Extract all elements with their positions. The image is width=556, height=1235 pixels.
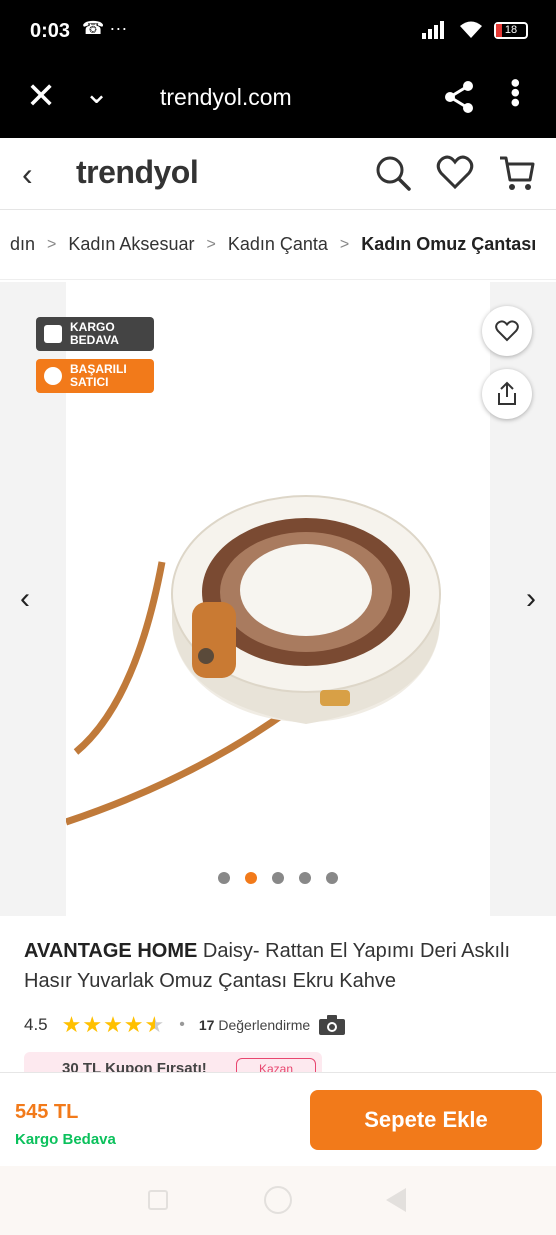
gallery-dot[interactable] [218, 872, 230, 884]
rating-row[interactable]: 4.5 ★★★★★ • 17 Değerlendirme [24, 1012, 346, 1038]
breadcrumb-current[interactable]: Kadın Omuz Çantası [361, 234, 536, 255]
coupon-banner[interactable]: 30 TL Kupon Fırsatı! Kazan [24, 1052, 322, 1074]
review-count[interactable]: 17 Değerlendirme [199, 1017, 310, 1033]
status-indicators: 18 [422, 20, 528, 40]
product-info: AVANTAGE HOME Daisy- Rattan El Yapımı De… [24, 936, 534, 1037]
breadcrumb: dın > Kadın Aksesuar > Kadın Çanta > Kad… [0, 210, 556, 280]
breadcrumb-item[interactable]: Kadın Çanta [228, 234, 328, 255]
breadcrumb-separator: > [339, 235, 350, 253]
site-header: ‹ trendyol [0, 138, 556, 210]
signal-icon [422, 21, 444, 39]
battery-level: 18 [504, 23, 518, 36]
chevron-down-icon[interactable]: ⌄ [84, 76, 109, 111]
favorite-button[interactable] [482, 306, 532, 356]
box-icon [44, 325, 62, 343]
rating-value: 4.5 [24, 1015, 48, 1034]
camera-icon [319, 1015, 346, 1035]
header-actions [374, 154, 536, 192]
browser-bar: ✕ ⌄ trendyol.com ••• [0, 62, 556, 138]
battery-icon: 18 [494, 21, 528, 39]
separator-dot: • [179, 1016, 185, 1033]
breadcrumb-item[interactable]: Kadın Aksesuar [68, 234, 194, 255]
favorites-heart-icon[interactable] [436, 154, 474, 192]
free-shipping-badge-label: KARGO BEDAVA [70, 320, 119, 347]
successful-seller-badge-label: BAŞARILI SATICI [70, 362, 127, 389]
recent-apps-icon[interactable] [148, 1190, 168, 1210]
back-icon[interactable]: ‹ [22, 156, 33, 193]
breadcrumb-separator: > [47, 235, 57, 253]
gallery-dot-active[interactable] [245, 872, 257, 884]
successful-seller-badge: BAŞARILI SATICI [36, 359, 154, 393]
product-gallery[interactable]: KARGO BEDAVA BAŞARILI SATICI ‹ › [0, 282, 556, 916]
breadcrumb-separator: > [206, 235, 216, 253]
status-time: 0:03 [30, 20, 71, 42]
cart-icon[interactable] [498, 154, 536, 192]
close-icon[interactable]: ✕ [26, 78, 56, 114]
gallery-next-arrow[interactable]: › [526, 582, 536, 616]
gallery-prev-arrow[interactable]: ‹ [20, 582, 30, 616]
product-title: AVANTAGE HOME Daisy- Rattan El Yapımı De… [24, 936, 534, 996]
product-brand[interactable]: AVANTAGE HOME [24, 940, 197, 962]
status-bar: 0:03 ☎ ··· 18 [0, 0, 556, 62]
wifi-icon [460, 21, 482, 38]
search-icon[interactable] [374, 154, 412, 192]
system-navigation-bar [0, 1166, 556, 1235]
more-options-icon[interactable]: ••• [500, 78, 531, 107]
heart-icon [495, 320, 519, 342]
share-button[interactable] [482, 369, 532, 419]
gallery-pagination [218, 872, 338, 884]
share-icon[interactable] [444, 80, 474, 114]
review-count-number: 17 [198, 1017, 215, 1033]
add-to-cart-button[interactable]: Sepete Ekle [310, 1090, 542, 1150]
review-count-label: Değerlendirme [218, 1017, 311, 1033]
product-price: 545 TL [15, 1101, 79, 1123]
gear-badge-icon [44, 367, 62, 385]
breadcrumb-item[interactable]: dın [10, 234, 35, 255]
upload-share-icon [498, 381, 516, 405]
star-rating-icon: ★★★★★ [61, 1012, 166, 1037]
home-icon[interactable] [264, 1186, 292, 1214]
gallery-dot[interactable] [272, 872, 284, 884]
free-shipping-label: Kargo Bedava [15, 1131, 116, 1148]
gallery-dot[interactable] [326, 872, 338, 884]
url-text[interactable]: trendyol.com [160, 84, 292, 111]
product-image[interactable] [66, 452, 490, 852]
gallery-dot[interactable] [299, 872, 311, 884]
free-shipping-badge: KARGO BEDAVA [36, 317, 154, 351]
bottom-purchase-bar: 545 TL Kargo Bedava Sepete Ekle [0, 1072, 556, 1166]
site-logo[interactable]: trendyol [76, 154, 199, 191]
status-notification-icons: ☎ ··· [82, 18, 128, 38]
back-nav-icon[interactable] [386, 1188, 406, 1212]
